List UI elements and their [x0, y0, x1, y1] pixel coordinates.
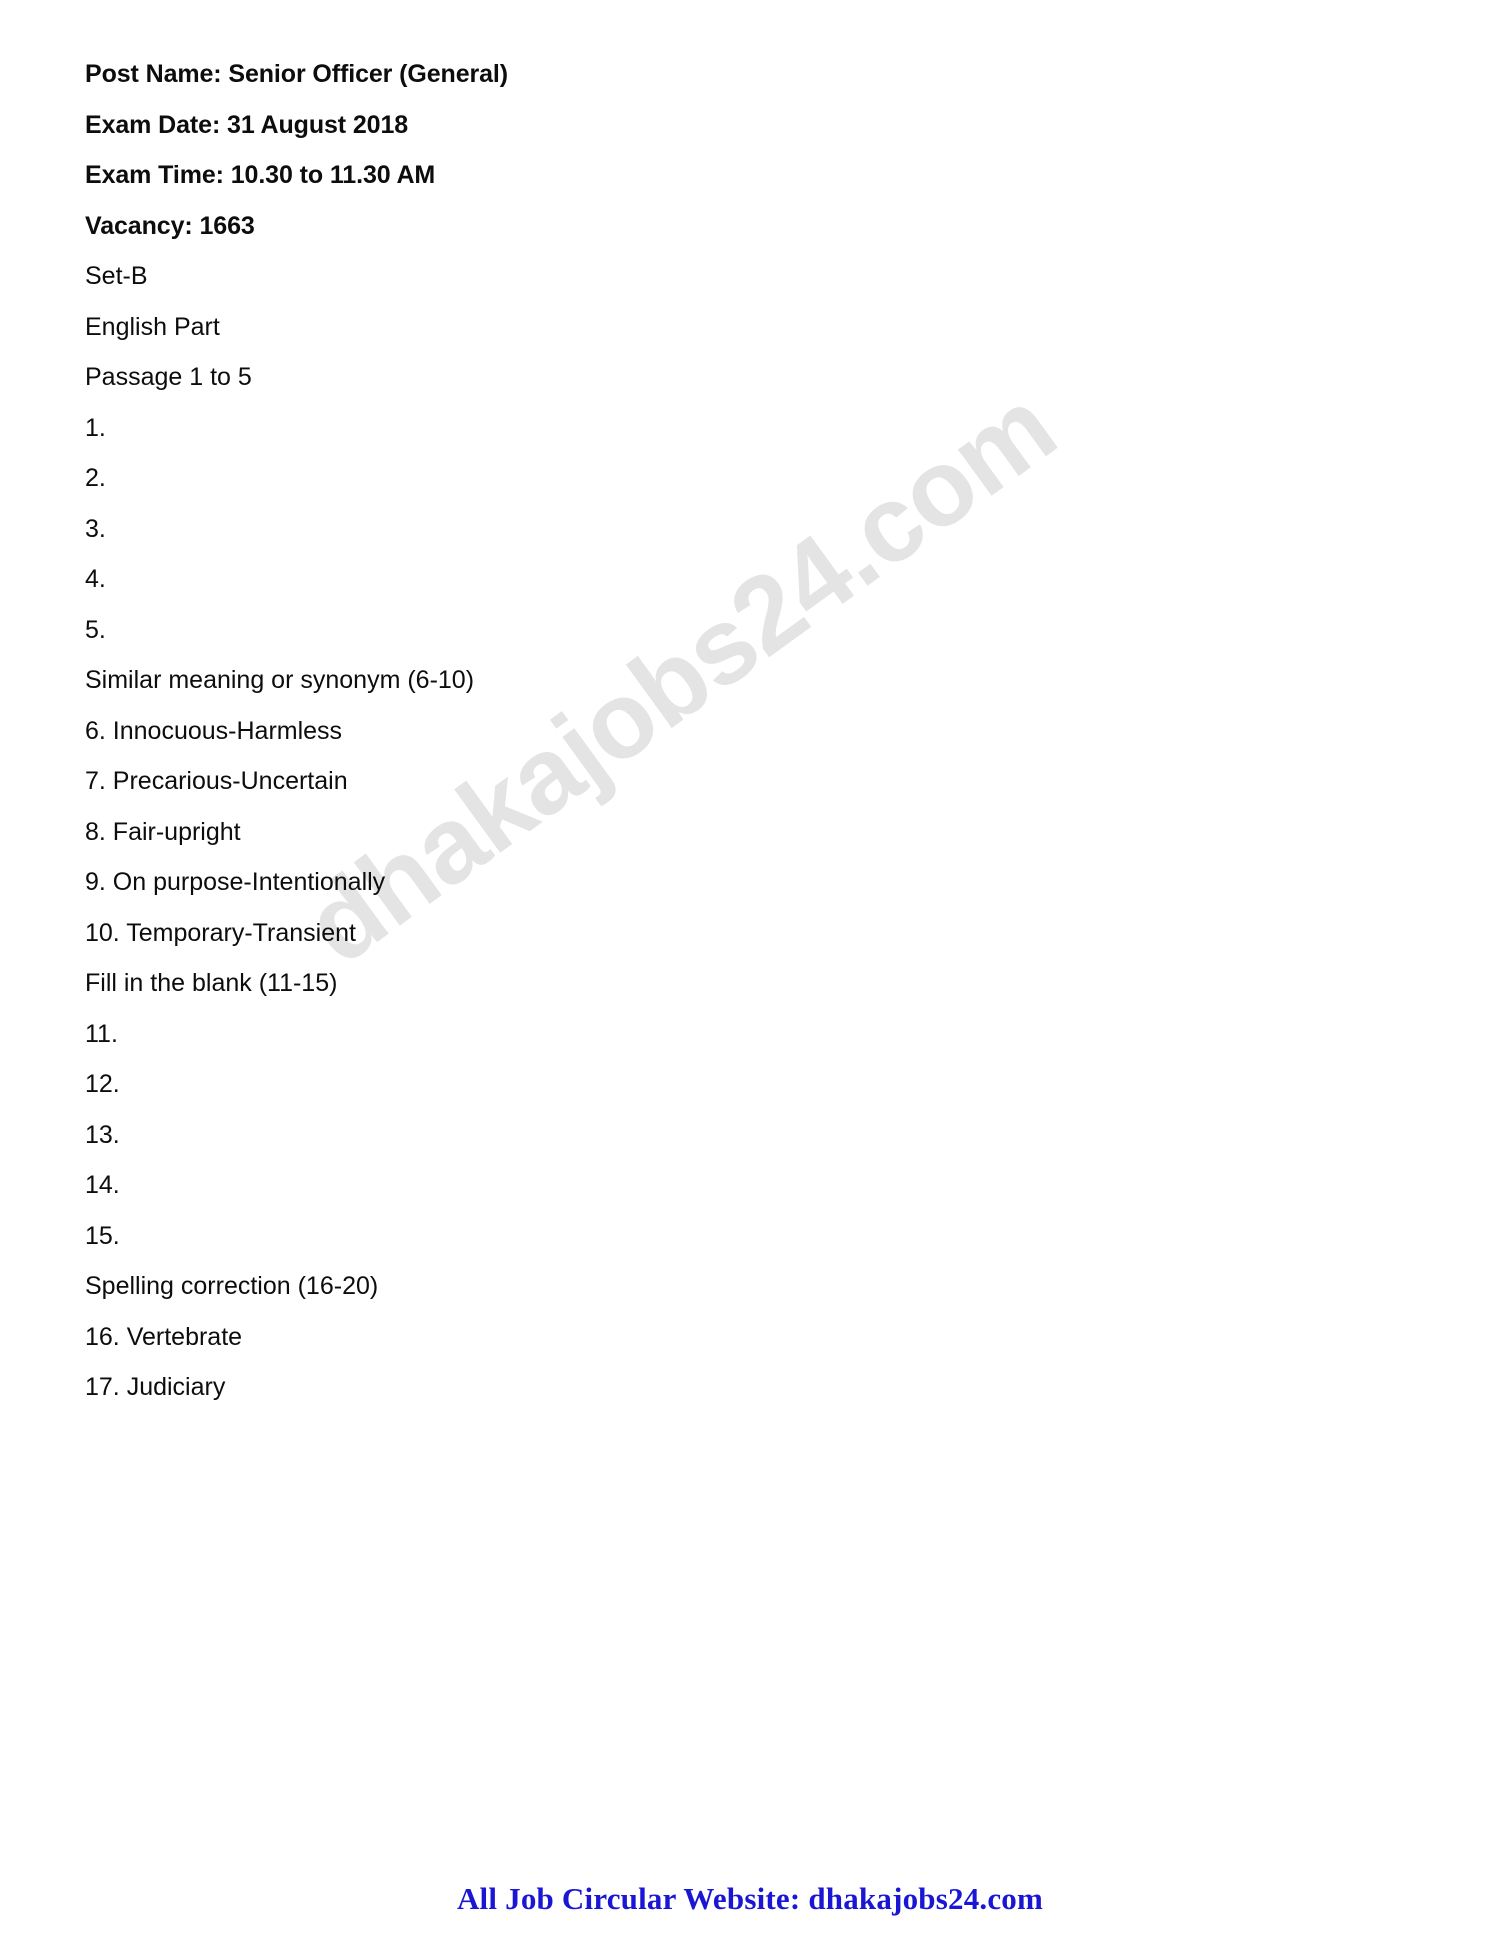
- question-item: 13.: [85, 1120, 120, 1149]
- exam-date-line: Exam Date: 31 August 2018: [85, 110, 409, 139]
- vacancy-line: Vacancy: 1663: [85, 211, 255, 240]
- question-item: 4.: [85, 565, 106, 593]
- exam-time-line: Exam Time: 10.30 to 11.30 AM: [85, 161, 436, 189]
- question-item: 6. Innocuous-Harmless: [85, 716, 343, 745]
- question-item: 12.: [85, 1070, 120, 1098]
- set-line: Set-B: [85, 262, 148, 290]
- question-item: 5.: [85, 615, 106, 644]
- section-heading-synonym: Similar meaning or synonym (6-10): [85, 666, 475, 694]
- section-heading-english-part: English Part: [85, 312, 220, 341]
- question-item: 14.: [85, 1171, 120, 1199]
- question-item: 9. On purpose-Intentionally: [85, 868, 386, 896]
- question-item: 16. Vertebrate: [85, 1322, 243, 1351]
- question-item: 17. Judiciary: [85, 1373, 226, 1401]
- section-heading-passage: Passage 1 to 5: [85, 363, 252, 391]
- question-item: 10. Temporary-Transient: [85, 918, 356, 947]
- footer-website-link[interactable]: All Job Circular Website: dhakajobs24.co…: [457, 1881, 1043, 1916]
- question-item: 8. Fair-upright: [85, 817, 241, 846]
- question-item: 15.: [85, 1221, 120, 1250]
- question-item: 11.: [85, 1019, 118, 1048]
- question-item: 7. Precarious-Uncertain: [85, 767, 348, 795]
- question-item: 3.: [85, 514, 106, 543]
- section-heading-fill-in-the-blank: Fill in the blank (11-15): [85, 969, 338, 997]
- document-body: Post Name: Senior Officer (General) Exam…: [0, 0, 1500, 1400]
- question-item: 1.: [85, 413, 106, 442]
- section-heading-spelling-correction: Spelling correction (16-20): [85, 1272, 379, 1300]
- post-name-line: Post Name: Senior Officer (General): [85, 60, 509, 88]
- document-page: dhakajobs24.com Post Name: Senior Office…: [0, 0, 1500, 1941]
- question-item: 2.: [85, 464, 106, 492]
- page-footer: All Job Circular Website: dhakajobs24.co…: [0, 1881, 1500, 1917]
